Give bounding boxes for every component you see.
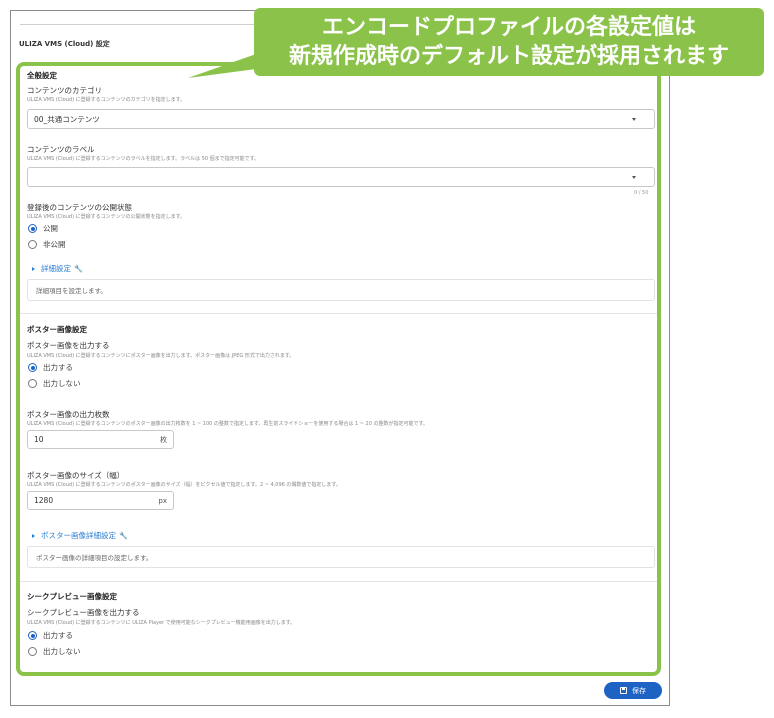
radio-private[interactable]: 非公開 xyxy=(28,239,66,250)
expand-arrow-icon xyxy=(32,266,35,271)
section-title: ULIZA VMS (Cloud) 設定 xyxy=(19,40,110,48)
seek-output-help: ULIZA VMS (Cloud) に登録するコンテンツに ULIZA Play… xyxy=(27,620,296,626)
poster-count-help: ULIZA VMS (Cloud) に登録するコンテンツのポスター画像の出力枚数… xyxy=(27,421,428,427)
radio-unchecked-icon xyxy=(28,379,37,388)
annotation-callout: エンコードプロファイルの各設定値は 新規作成時のデフォルト設定が採用されます xyxy=(254,8,764,76)
section-divider xyxy=(20,581,657,582)
category-label: コンテンツのカテゴリ xyxy=(27,86,102,95)
labels-counter: 0 / 50 xyxy=(634,190,649,196)
poster-advanced-panel: ポスター画像の詳細項目の設定します。 xyxy=(27,546,655,568)
radio-seek-off-label: 出力しない xyxy=(43,647,81,656)
radio-poster-on[interactable]: 出力する xyxy=(28,362,73,373)
poster-advanced-label: ポスター画像詳細設定 xyxy=(41,531,116,540)
section-divider xyxy=(20,313,657,314)
radio-unchecked-icon xyxy=(28,240,37,249)
seek-output-label: シークプレビュー画像を出力する xyxy=(27,608,140,617)
poster-output-help: ULIZA VMS (Cloud) に登録するコンテンツにポスター画像を出力しま… xyxy=(27,353,295,359)
publish-help: ULIZA VMS (Cloud) に登録するコンテンツの公開状態を指定します。 xyxy=(27,214,186,220)
poster-count-suffix: 枚 xyxy=(160,435,167,444)
save-button[interactable]: 保存 xyxy=(604,682,662,699)
save-label: 保存 xyxy=(632,686,646,695)
radio-poster-off[interactable]: 出力しない xyxy=(28,378,81,389)
advanced-settings-text: 詳細項目を設定します。 xyxy=(36,287,107,295)
radio-seek-off[interactable]: 出力しない xyxy=(28,646,81,657)
callout-line-2: 新規作成時のデフォルト設定が採用されます xyxy=(288,44,729,69)
wrench-icon: 🔧 xyxy=(119,531,128,540)
expand-arrow-icon xyxy=(32,533,35,538)
save-icon xyxy=(620,687,627,694)
labels-label: コンテンツのラベル xyxy=(27,145,95,154)
poster-heading: ポスター画像設定 xyxy=(27,325,87,334)
poster-advanced-link[interactable]: ポスター画像詳細設定 🔧 xyxy=(32,530,128,541)
chevron-down-icon xyxy=(632,176,636,179)
advanced-settings-link[interactable]: 詳細設定 🔧 xyxy=(32,263,83,274)
radio-checked-icon xyxy=(28,363,37,372)
category-select[interactable]: 00_共通コンテンツ xyxy=(27,109,655,129)
advanced-settings-panel: 詳細項目を設定します。 xyxy=(27,279,655,301)
callout-line-1: エンコードプロファイルの各設定値は xyxy=(321,15,696,40)
publish-label: 登録後のコンテンツの公開状態 xyxy=(27,203,132,212)
radio-checked-icon xyxy=(28,224,37,233)
poster-width-value: 1280 xyxy=(34,496,54,505)
category-help: ULIZA VMS (Cloud) に登録するコンテンツのカテゴリを指定します。 xyxy=(27,97,186,103)
labels-select[interactable] xyxy=(27,167,655,187)
poster-count-input[interactable]: 10 枚 xyxy=(27,430,174,449)
radio-poster-on-label: 出力する xyxy=(43,363,73,372)
seek-heading: シークプレビュー画像設定 xyxy=(27,592,117,601)
radio-public-label: 公開 xyxy=(43,224,58,233)
poster-width-input[interactable]: 1280 px xyxy=(27,491,174,510)
radio-seek-on-label: 出力する xyxy=(43,631,73,640)
poster-count-value: 10 xyxy=(34,435,44,444)
radio-checked-icon xyxy=(28,631,37,640)
radio-public[interactable]: 公開 xyxy=(28,223,58,234)
poster-width-suffix: px xyxy=(158,496,167,505)
radio-private-label: 非公開 xyxy=(43,240,66,249)
chevron-down-icon xyxy=(632,118,636,121)
poster-count-label: ポスター画像の出力枚数 xyxy=(27,410,110,419)
general-heading: 全般設定 xyxy=(27,71,57,80)
poster-advanced-text: ポスター画像の詳細項目の設定します。 xyxy=(36,554,153,562)
category-value: 00_共通コンテンツ xyxy=(34,114,100,124)
labels-help: ULIZA VMS (Cloud) に登録するコンテンツのラベルを指定します。ラ… xyxy=(27,156,260,162)
poster-width-help: ULIZA VMS (Cloud) に登録するコンテンツのポスター画像のサイズ（… xyxy=(27,482,341,488)
radio-unchecked-icon xyxy=(28,647,37,656)
poster-width-label: ポスター画像のサイズ（幅） xyxy=(27,471,125,480)
radio-poster-off-label: 出力しない xyxy=(43,379,81,388)
radio-seek-on[interactable]: 出力する xyxy=(28,630,73,641)
wrench-icon: 🔧 xyxy=(74,264,83,273)
poster-output-label: ポスター画像を出力する xyxy=(27,341,110,350)
advanced-settings-label: 詳細設定 xyxy=(41,264,71,273)
